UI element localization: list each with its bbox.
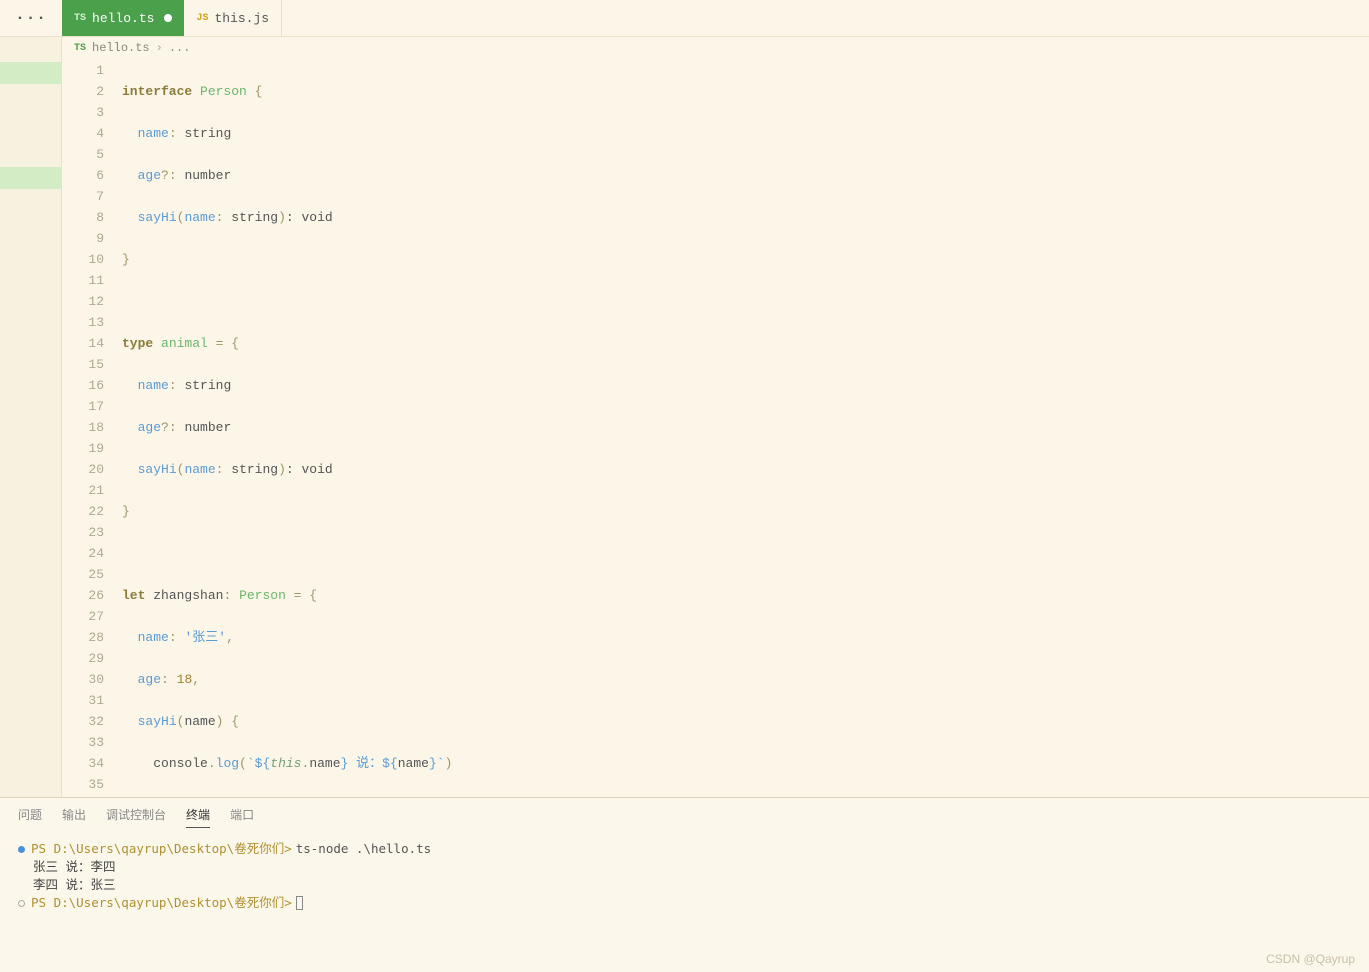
typescript-icon: TS	[74, 13, 86, 24]
breadcrumb[interactable]: TS hello.ts › ...	[62, 37, 1369, 59]
code-editor[interactable]: 1234567891011121314151617181920212223242…	[62, 59, 1369, 797]
tab-label: this.js	[214, 11, 269, 26]
tab-hello-ts[interactable]: TS hello.ts	[62, 0, 184, 36]
tab-debug-console[interactable]: 调试控制台	[106, 806, 166, 828]
code-content[interactable]: interface Person { name: string age?: nu…	[122, 59, 1369, 797]
change-marker-icon	[0, 167, 62, 189]
chevron-right-icon: ›	[156, 41, 163, 55]
dirty-indicator-icon	[164, 14, 172, 22]
status-dot-icon	[18, 900, 25, 907]
editor-tabs: TS hello.ts JS this.js	[62, 0, 282, 36]
tab-terminal[interactable]: 终端	[186, 806, 210, 828]
overview-ruler	[0, 37, 62, 797]
tab-ports[interactable]: 端口	[230, 806, 254, 828]
terminal-output: 李四 说：张三	[33, 876, 116, 894]
panel-tabs: 问题 输出 调试控制台 终端 端口	[0, 798, 1369, 832]
terminal-output: 张三 说：李四	[33, 858, 116, 876]
menu-more-icon[interactable]: ···	[0, 0, 62, 36]
prompt-path: PS D:\Users\qayrup\Desktop\卷死你们>	[31, 840, 292, 858]
cursor-icon	[296, 896, 303, 910]
tab-output[interactable]: 输出	[62, 806, 86, 828]
watermark: CSDN @Qayrup	[1266, 952, 1355, 966]
prompt-path: PS D:\Users\qayrup\Desktop\卷死你们>	[31, 894, 292, 912]
tab-this-js[interactable]: JS this.js	[184, 0, 282, 36]
line-gutter: 1234567891011121314151617181920212223242…	[62, 59, 122, 797]
breadcrumb-more: ...	[169, 41, 191, 55]
javascript-icon: JS	[196, 13, 208, 24]
breadcrumb-file: hello.ts	[92, 41, 150, 55]
status-dot-icon	[18, 846, 25, 853]
terminal[interactable]: PS D:\Users\qayrup\Desktop\卷死你们> ts-node…	[0, 832, 1369, 972]
typescript-icon: TS	[74, 43, 86, 54]
terminal-command: ts-node .\hello.ts	[296, 840, 431, 858]
tab-problems[interactable]: 问题	[18, 806, 42, 828]
change-marker-icon	[0, 62, 62, 84]
tab-label: hello.ts	[92, 11, 154, 26]
